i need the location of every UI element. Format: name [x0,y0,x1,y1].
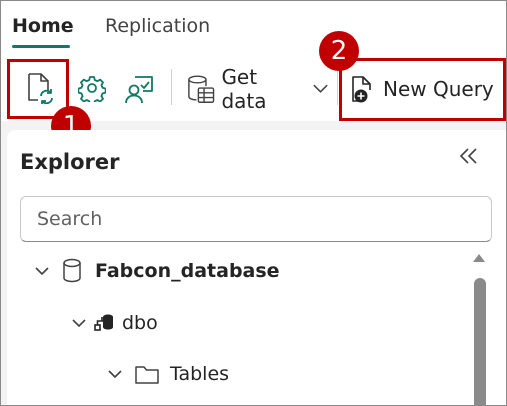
tree-label-database: Fabcon_database [95,260,280,282]
search-input[interactable] [37,208,457,230]
double-chevron-left-icon [459,148,477,164]
toolbar-separator [337,69,338,105]
scroll-thumb[interactable] [474,278,486,405]
tree-label-tables: Tables [170,363,230,385]
scroll-up-arrow-icon[interactable] [473,254,485,262]
chevron-down-icon [313,84,328,93]
database-icon [63,258,81,283]
collapse-pane-button[interactable] [459,146,479,170]
chevron-down-icon[interactable] [35,264,49,278]
tree-item-tables[interactable]: Tables [108,359,229,389]
settings-button[interactable] [75,69,109,107]
tree-item-schema[interactable]: dbo [72,308,158,338]
tab-home-underline [12,45,70,48]
chevron-down-icon[interactable] [72,316,86,330]
manage-access-button[interactable] [121,69,157,109]
tree-label-schema: dbo [122,312,158,334]
explorer-search[interactable] [20,196,492,242]
toolbar-separator [171,69,172,105]
database-table-icon [188,75,215,103]
get-data-button[interactable]: Get data [187,65,329,113]
chevron-down-icon[interactable] [108,367,122,381]
callout-badge-2: 2 [319,31,359,71]
explorer-title: Explorer [20,150,120,174]
get-data-label: Get data [221,65,267,113]
schema-icon [94,314,113,331]
explorer-scrollbar[interactable] [473,254,487,405]
person-feedback-icon [125,76,153,104]
app-window: Home Replication Get data New Query 1 2 … [0,0,507,406]
callout-highlight-new-query [339,58,506,121]
folder-icon [135,366,159,384]
tab-home[interactable]: Home [12,15,74,37]
tab-replication[interactable]: Replication [105,15,210,37]
gear-icon [78,76,106,102]
tree-item-database[interactable]: Fabcon_database [35,256,280,286]
explorer-panel: Explorer Fabcon_database [7,130,506,405]
ribbon-tabs: Home Replication [1,1,506,53]
